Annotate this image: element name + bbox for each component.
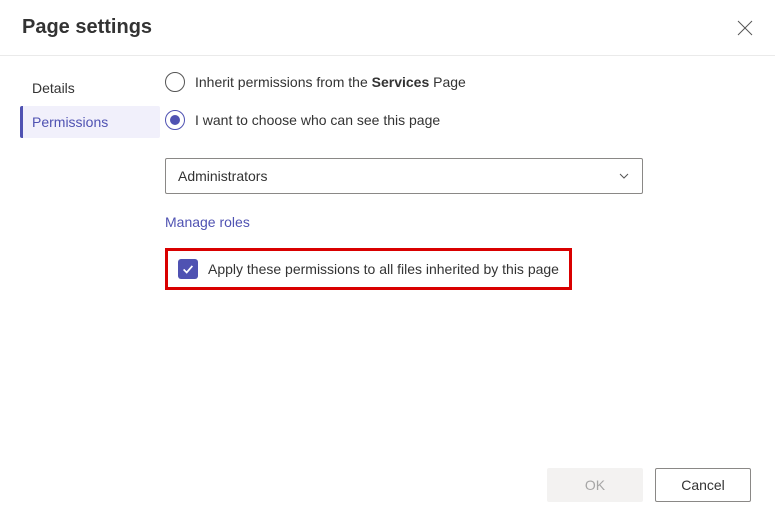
main-panel: Inherit permissions from the Services Pa…: [160, 72, 775, 290]
chevron-down-icon: [618, 170, 630, 182]
role-dropdown[interactable]: Administrators: [165, 158, 643, 194]
apply-permissions-checkbox[interactable]: [178, 259, 198, 279]
radio-choose[interactable]: I want to choose who can see this page: [165, 110, 751, 130]
ok-button: OK: [547, 468, 643, 502]
page-title: Page settings: [22, 16, 152, 39]
close-icon: [737, 20, 753, 36]
radio-icon: [165, 72, 185, 92]
cancel-button[interactable]: Cancel: [655, 468, 751, 502]
tab-permissions[interactable]: Permissions: [20, 106, 160, 138]
radio-icon: [165, 110, 185, 130]
tab-details[interactable]: Details: [20, 72, 160, 104]
radio-inherit-label: Inherit permissions from the Services Pa…: [195, 74, 466, 90]
close-button[interactable]: [737, 20, 753, 36]
sidebar: Details Permissions: [0, 72, 160, 290]
radio-inherit[interactable]: Inherit permissions from the Services Pa…: [165, 72, 751, 92]
footer: OK Cancel: [547, 468, 751, 502]
dropdown-selected-value: Administrators: [178, 168, 267, 184]
manage-roles-link[interactable]: Manage roles: [165, 214, 250, 230]
apply-permissions-label: Apply these permissions to all files inh…: [208, 261, 559, 277]
highlight-annotation: Apply these permissions to all files inh…: [165, 248, 572, 290]
radio-choose-label: I want to choose who can see this page: [195, 112, 440, 128]
check-icon: [181, 262, 195, 276]
